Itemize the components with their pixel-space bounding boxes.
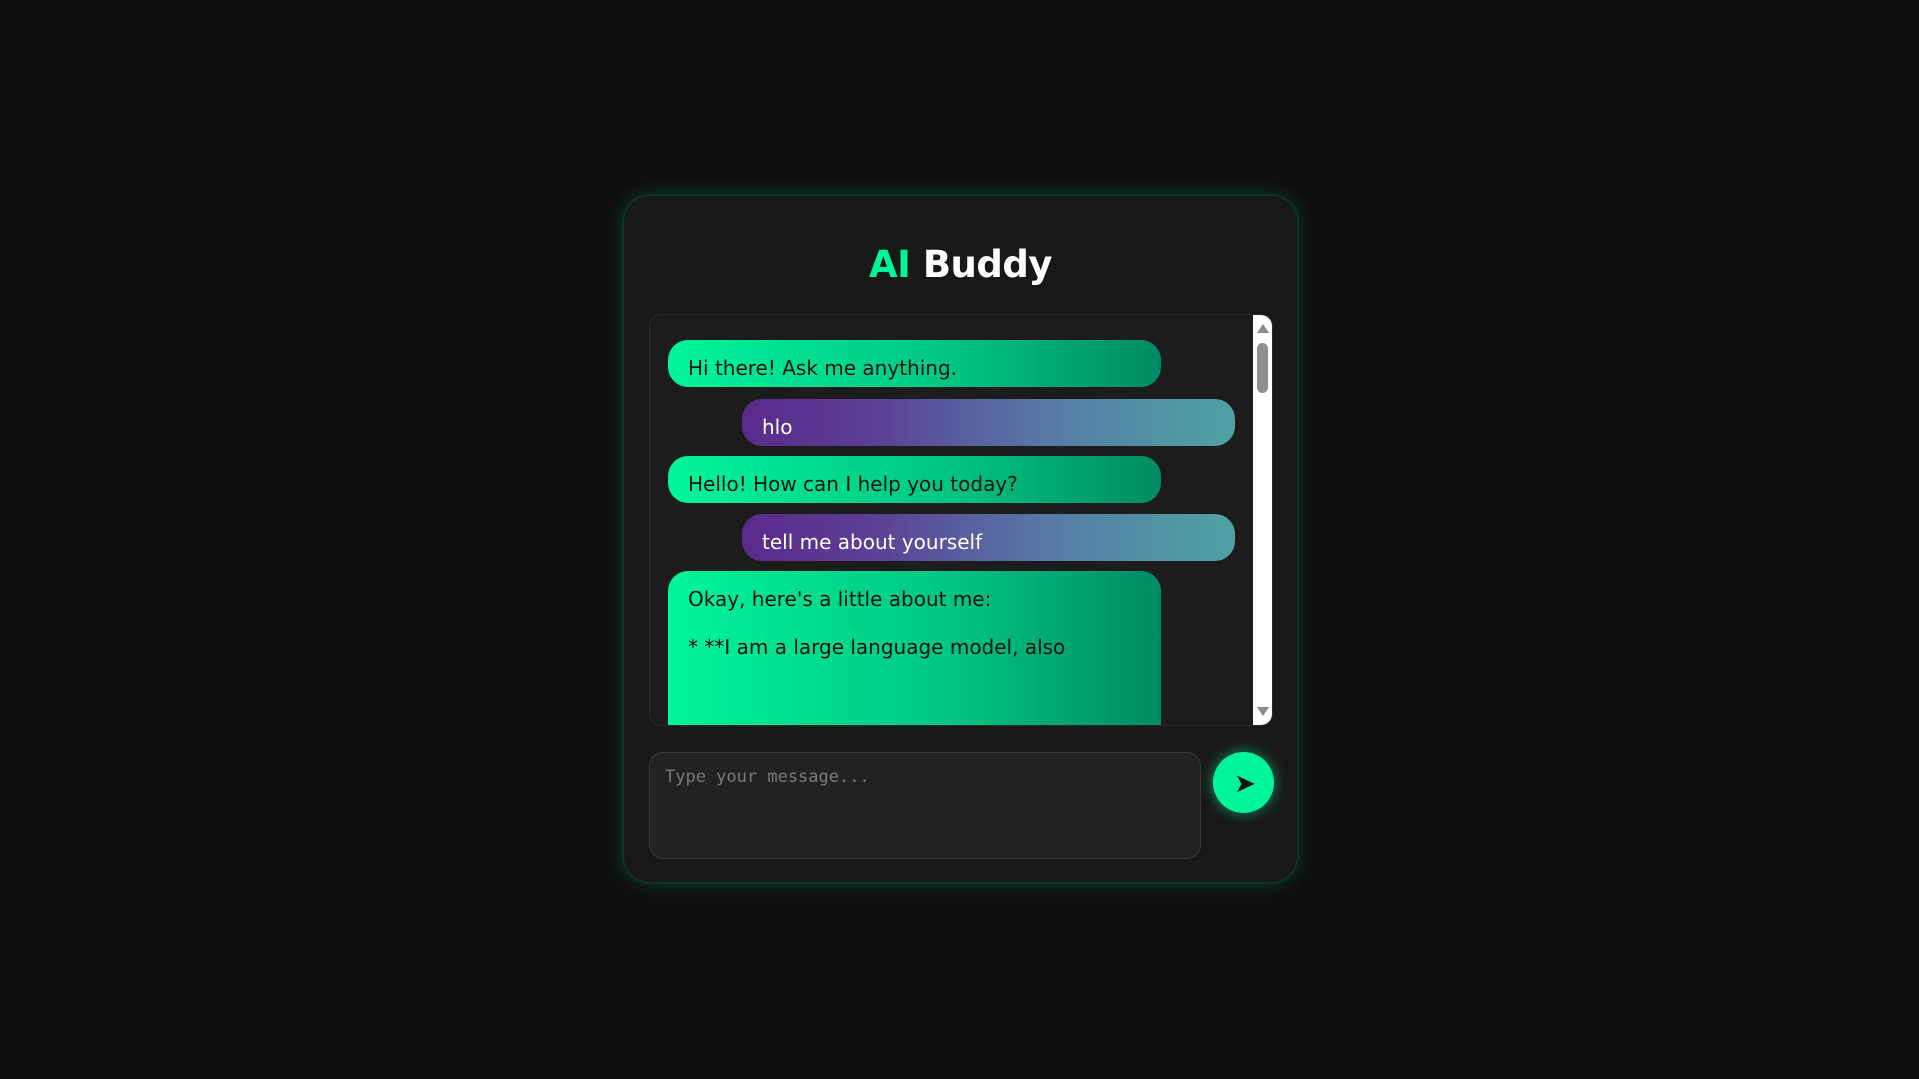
user-message: hlo bbox=[742, 399, 1235, 446]
send-arrow-icon: ➤ bbox=[1234, 767, 1256, 798]
message-list: Hi there! Ask me anything. hlo Hello! Ho… bbox=[650, 315, 1255, 725]
scroll-up-arrow-icon[interactable] bbox=[1257, 324, 1269, 333]
app-title-accent: AI bbox=[869, 243, 911, 286]
app-title-rest: Buddy bbox=[910, 243, 1053, 286]
chat-scrollbar[interactable] bbox=[1253, 315, 1272, 725]
bot-message: Hello! How can I help you today? bbox=[668, 456, 1161, 503]
bot-message: Okay, here's a little about me: * **I am… bbox=[668, 571, 1161, 725]
app-title: AI Buddy bbox=[624, 243, 1297, 286]
scroll-down-arrow-icon[interactable] bbox=[1257, 707, 1269, 716]
scrollbar-thumb[interactable] bbox=[1257, 343, 1268, 393]
user-message: tell me about yourself bbox=[742, 514, 1235, 561]
chat-app-panel: AI Buddy Hi there! Ask me anything. hlo … bbox=[624, 196, 1297, 882]
bot-message: Hi there! Ask me anything. bbox=[668, 340, 1161, 387]
message-input[interactable] bbox=[649, 752, 1201, 859]
send-button[interactable]: ➤ bbox=[1213, 752, 1274, 813]
chat-history[interactable]: Hi there! Ask me anything. hlo Hello! Ho… bbox=[649, 314, 1273, 726]
